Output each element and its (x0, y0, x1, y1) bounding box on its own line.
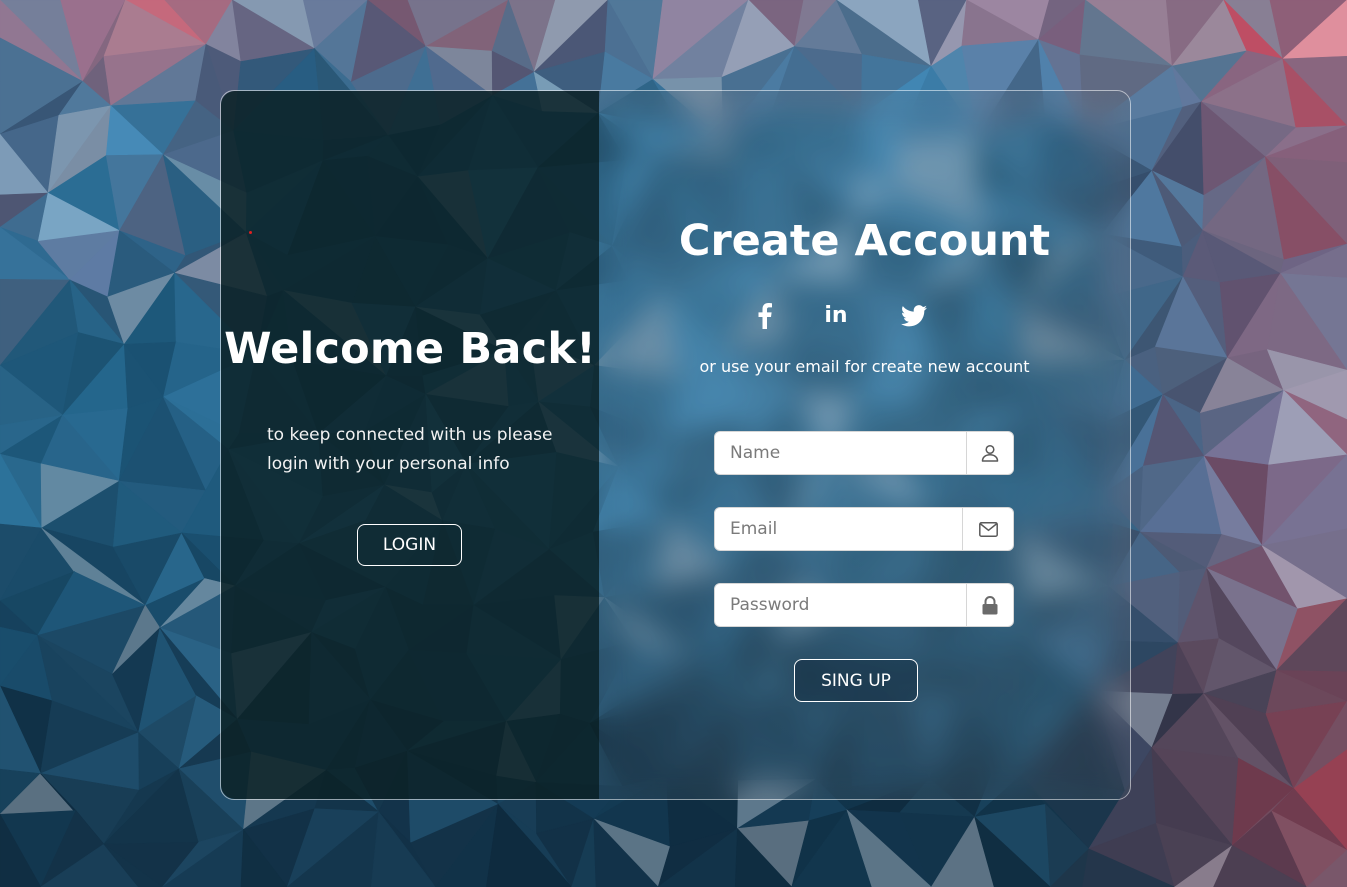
password-field (714, 583, 1014, 627)
email-field (714, 507, 1014, 551)
facebook-icon (758, 303, 772, 329)
twitter-link[interactable] (897, 299, 931, 333)
user-icon (981, 444, 999, 462)
email-input[interactable] (715, 508, 967, 550)
name-field-icon-box (966, 432, 1013, 474)
login-button[interactable]: LOGIN (357, 524, 462, 566)
social-links: in (599, 299, 1130, 333)
password-field-icon-box (966, 584, 1013, 626)
signup-button[interactable]: SING UP (794, 659, 918, 702)
welcome-text-line-2: login with your personal info (267, 454, 510, 474)
lock-icon (982, 595, 998, 614)
linkedin-icon: in (824, 303, 848, 328)
envelope-icon (978, 521, 998, 537)
name-input[interactable] (715, 432, 967, 474)
password-input[interactable] (715, 584, 967, 626)
name-field (714, 431, 1014, 475)
email-field-icon-box (962, 508, 1013, 550)
create-account-title: Create Account (678, 216, 1051, 266)
signup-subtitle: or use your email for create new account (699, 357, 1030, 376)
auth-card: Welcome Back! to keep connected with us … (220, 90, 1131, 800)
welcome-panel: Welcome Back! to keep connected with us … (221, 91, 599, 799)
welcome-title: Welcome Back! (224, 324, 596, 374)
twitter-icon (901, 305, 927, 327)
welcome-text-line-1: to keep connected with us please (267, 425, 553, 445)
facebook-link[interactable] (748, 299, 782, 333)
decorative-dot (249, 231, 252, 234)
welcome-text: to keep connected with us please login w… (267, 421, 577, 479)
linkedin-link[interactable]: in (819, 299, 853, 333)
